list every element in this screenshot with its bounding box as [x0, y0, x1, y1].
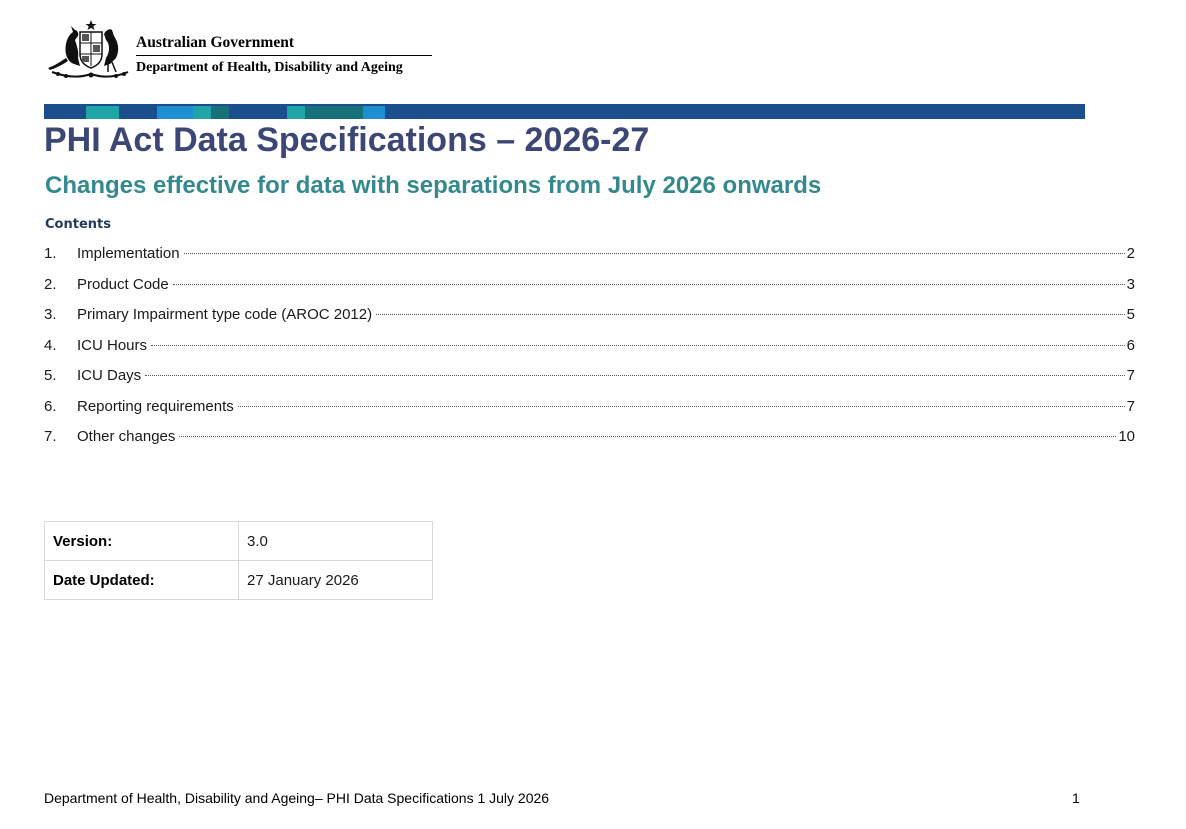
table-of-contents: 1. Implementation 2 2. Product Code 3 3.… [44, 245, 1135, 459]
stripe-segment [287, 106, 305, 119]
stripe-segment [305, 106, 363, 119]
toc-page[interactable]: 6 [1127, 337, 1135, 354]
date-updated-label: Date Updated: [44, 560, 239, 600]
toc-item-primary-impairment[interactable]: 3. Primary Impairment type code (AROC 20… [44, 306, 1135, 337]
toc-label[interactable]: Product Code [77, 276, 171, 293]
toc-leader [179, 436, 1117, 437]
toc-label[interactable]: Reporting requirements [77, 398, 236, 415]
toc-label[interactable]: Primary Impairment type code (AROC 2012) [77, 306, 374, 323]
toc-leader [237, 405, 1125, 407]
toc-item-icu-hours[interactable]: 4. ICU Hours 6 [44, 337, 1135, 368]
toc-item-icu-days[interactable]: 5. ICU Days 7 [44, 367, 1135, 398]
toc-number: 5. [44, 367, 57, 384]
stripe-segment [193, 106, 211, 119]
stripe-segment [119, 106, 157, 119]
toc-item-other-changes[interactable]: 7. Other changes 10 [44, 428, 1135, 459]
toc-item-reporting-requirements[interactable]: 6. Reporting requirements 7 [44, 398, 1135, 429]
toc-label[interactable]: Implementation [77, 245, 182, 262]
toc-item-product-code[interactable]: 2. Product Code 3 [44, 276, 1135, 307]
toc-number: 7. [44, 428, 57, 445]
contents-heading: Contents [45, 217, 111, 232]
stripe-segment [44, 106, 86, 119]
toc-page[interactable]: 7 [1127, 398, 1135, 415]
toc-leader [183, 253, 1125, 254]
stripe-segment [86, 106, 119, 119]
toc-page[interactable]: 3 [1127, 276, 1135, 293]
toc-leader [172, 283, 1125, 285]
page-title: PHI Act Data Specifications – 2026-27 [44, 121, 650, 159]
version-value: 3.0 [238, 521, 433, 561]
government-name: Australian Government [136, 34, 432, 56]
stripe-segment [229, 106, 287, 119]
toc-number: 6. [44, 397, 57, 415]
toc-item-implementation[interactable]: 1. Implementation 2 [44, 245, 1135, 276]
toc-number: 2. [44, 275, 57, 293]
toc-page[interactable]: 2 [1127, 245, 1135, 262]
page-subtitle: Changes effective for data with separati… [45, 172, 822, 199]
toc-leader [145, 375, 1125, 376]
toc-label[interactable]: ICU Days [77, 367, 143, 384]
toc-number: 3. [44, 306, 57, 323]
toc-page[interactable]: 5 [1127, 306, 1135, 323]
date-updated-row: Date Updated: 27 January 2026 [44, 560, 433, 600]
stripe-segment [157, 106, 193, 119]
toc-label[interactable]: Other changes [77, 428, 177, 445]
toc-number: 1. [44, 245, 57, 262]
version-label: Version: [44, 521, 239, 561]
version-row: Version: 3.0 [44, 521, 433, 561]
toc-page[interactable]: 7 [1127, 367, 1135, 384]
toc-leader [151, 344, 1125, 346]
stripe-segment [211, 106, 229, 119]
government-header: Australian Government Department of Heal… [136, 34, 432, 77]
date-updated-value: 27 January 2026 [238, 560, 433, 600]
coat-of-arms-icon [44, 18, 132, 80]
color-stripe [44, 106, 1085, 119]
toc-number: 4. [44, 336, 57, 354]
toc-label[interactable]: ICU Hours [77, 337, 149, 354]
stripe-segment [385, 106, 1085, 119]
department-name: Department of Health, Disability and Age… [136, 60, 403, 75]
footer-text: Department of Health, Disability and Age… [44, 790, 550, 806]
toc-page[interactable]: 10 [1118, 428, 1135, 445]
stripe-segment [363, 106, 385, 119]
version-info-table: Version: 3.0 Date Updated: 27 January 20… [44, 521, 433, 600]
page-number: 1 [1072, 790, 1080, 806]
toc-leader [376, 314, 1125, 315]
